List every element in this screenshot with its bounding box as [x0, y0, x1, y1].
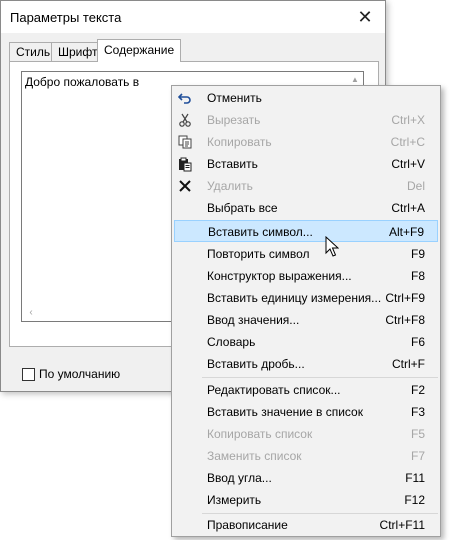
menu-item-delete[interactable]: Удалить Del — [174, 175, 438, 197]
menu-item-label: Вставить значение в список — [207, 405, 363, 419]
tab-style[interactable]: Стиль — [9, 42, 58, 61]
menu-item-label: Словарь — [207, 335, 256, 349]
undo-icon — [176, 90, 194, 106]
menu-item-label: Вырезать — [207, 113, 261, 127]
menu-item-label: Ввод угла... — [207, 471, 272, 485]
menu-item-label: Копировать — [207, 135, 272, 149]
menu-item-label: Выбрать все — [207, 201, 278, 215]
menu-item-expression-builder[interactable]: Конструктор выражения... F8 — [174, 265, 438, 287]
default-checkbox-row[interactable]: По умолчанию — [22, 367, 120, 381]
menu-item-insert-value-list[interactable]: Вставить значение в список F3 — [174, 401, 438, 423]
scroll-left-icon[interactable]: ‹ — [25, 307, 37, 319]
default-checkbox-label: По умолчанию — [39, 367, 121, 381]
menu-item-shortcut: F12 — [404, 493, 425, 507]
tab-content[interactable]: Содержание — [97, 39, 182, 62]
menu-item-shortcut: Ctrl+F9 — [385, 291, 425, 305]
menu-item-shortcut: Ctrl+X — [391, 113, 425, 127]
menu-item-shortcut: F8 — [410, 269, 425, 283]
menu-item-label: Копировать список — [207, 427, 313, 441]
menu-item-label: Заменить список — [207, 449, 302, 463]
context-menu: Отменить Вырезать Ctrl+X Копировать Ctrl… — [171, 85, 441, 537]
menu-item-undo[interactable]: Отменить — [174, 87, 438, 109]
text-content-value: Добро пожаловать в — [25, 75, 140, 89]
menu-item-shortcut: Ctrl+F8 — [385, 313, 425, 327]
copy-icon — [176, 134, 194, 150]
menu-item-label: Измерить — [207, 493, 262, 507]
menu-item-label: Ввод значения... — [207, 313, 300, 327]
menu-item-label: Вставить — [207, 157, 258, 171]
menu-item-label: Вставить дробь... — [207, 357, 305, 371]
menu-item-label: Вставить символ... — [208, 225, 313, 239]
menu-item-label: Правописание — [207, 518, 288, 532]
menu-item-shortcut: Ctrl+F11 — [379, 518, 425, 532]
menu-item-label: Вставить единицу измерения... — [207, 291, 382, 305]
menu-item-shortcut: Ctrl+C — [390, 135, 425, 149]
menu-item-label: Отменить — [207, 91, 262, 105]
menu-item-shortcut: F2 — [410, 383, 425, 397]
scissors-icon — [176, 112, 194, 128]
menu-item-label: Редактировать список... — [207, 383, 341, 397]
menu-item-shortcut: Ctrl+A — [391, 201, 425, 215]
close-icon: ✕ — [357, 6, 373, 27]
menu-item-edit-list[interactable]: Редактировать список... F2 — [174, 379, 438, 401]
close-button[interactable]: ✕ — [345, 1, 385, 33]
menu-item-shortcut: Ctrl+F — [392, 357, 425, 371]
mouse-cursor-icon — [325, 236, 339, 257]
menu-separator — [202, 377, 438, 378]
menu-item-shortcut: Ctrl+V — [391, 157, 425, 171]
menu-item-insert-unit[interactable]: Вставить единицу измерения... Ctrl+F9 — [174, 287, 438, 309]
menu-item-shortcut: F3 — [410, 405, 425, 419]
menu-item-enter-value[interactable]: Ввод значения... Ctrl+F8 — [174, 309, 438, 331]
menu-item-measure[interactable]: Измерить F12 — [174, 489, 438, 511]
menu-item-enter-angle[interactable]: Ввод угла... F11 — [174, 467, 438, 489]
dialog-title: Параметры текста — [10, 10, 122, 25]
menu-item-insert-symbol[interactable]: Вставить символ... Alt+F9 — [174, 220, 438, 242]
menu-item-copy-list[interactable]: Копировать список F5 — [174, 423, 438, 445]
menu-item-insert-fraction[interactable]: Вставить дробь... Ctrl+F — [174, 353, 438, 375]
menu-item-shortcut: F11 — [405, 471, 425, 485]
menu-item-shortcut: Del — [406, 179, 425, 193]
menu-item-dictionary[interactable]: Словарь F6 — [174, 331, 438, 353]
menu-item-shortcut: Alt+F9 — [388, 225, 424, 239]
menu-item-repeat-symbol[interactable]: Повторить символ F9 — [174, 243, 438, 265]
menu-item-shortcut: F6 — [410, 335, 425, 349]
menu-item-shortcut: F5 — [410, 427, 425, 441]
paste-icon — [176, 156, 194, 172]
menu-item-label: Удалить — [207, 179, 253, 193]
menu-item-shortcut: F9 — [410, 247, 425, 261]
menu-item-shortcut: F7 — [410, 449, 425, 463]
menu-item-label: Конструктор выражения... — [207, 269, 352, 283]
menu-item-replace-list[interactable]: Заменить список F7 — [174, 445, 438, 467]
menu-item-cut[interactable]: Вырезать Ctrl+X — [174, 109, 438, 131]
title-bar: Параметры текста ✕ — [1, 1, 385, 33]
menu-item-select-all[interactable]: Выбрать все Ctrl+A — [174, 197, 438, 219]
menu-item-paste[interactable]: Вставить Ctrl+V — [174, 153, 438, 175]
menu-item-label: Повторить символ — [207, 247, 310, 261]
delete-icon — [176, 178, 194, 194]
default-checkbox[interactable] — [22, 367, 35, 381]
menu-item-spelling[interactable]: Правописание Ctrl+F11 — [174, 514, 438, 536]
menu-item-copy[interactable]: Копировать Ctrl+C — [174, 131, 438, 153]
